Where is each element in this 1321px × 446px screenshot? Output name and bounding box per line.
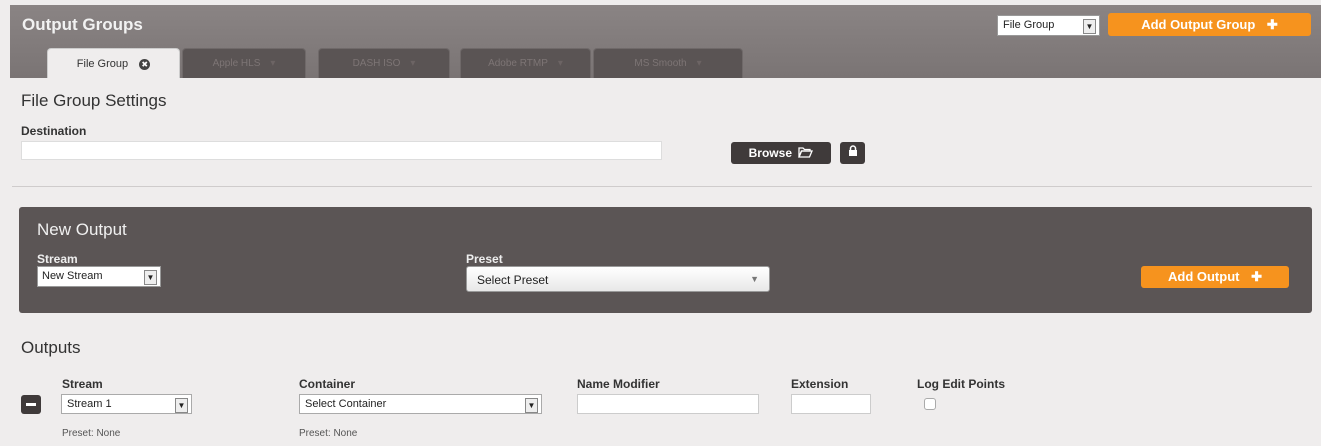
destination-label: Destination — [21, 124, 87, 138]
plus-icon: ✚ — [1266, 17, 1278, 32]
extension-input[interactable] — [791, 394, 871, 414]
group-type-select-value: File Group — [1003, 19, 1055, 31]
tab-apple-hls[interactable]: Apple HLS ▾ — [182, 48, 306, 78]
lock-button[interactable] — [840, 142, 865, 164]
dropdown-arrow-icon: ▼ — [144, 270, 157, 285]
close-tab-icon[interactable]: ✖ — [139, 58, 151, 70]
tab-label: Apple HLS — [212, 58, 261, 69]
plus-icon: ✚ — [1251, 269, 1262, 284]
tab-menu-icon: ▾ — [696, 58, 702, 69]
new-output-stream-label: Stream — [37, 252, 78, 266]
remove-output-button[interactable] — [21, 395, 41, 414]
tab-label: Adobe RTMP — [488, 58, 548, 69]
col-header-container: Container — [299, 377, 356, 391]
dropdown-arrow-icon: ▼ — [175, 398, 188, 413]
new-output-stream-value: New Stream — [42, 270, 103, 282]
tab-menu-icon: ▾ — [557, 58, 563, 69]
tab-label: File Group — [76, 58, 129, 70]
tab-menu-icon: ▾ — [410, 58, 416, 69]
log-edit-points-checkbox[interactable] — [924, 398, 936, 410]
tab-label: MS Smooth — [634, 58, 687, 69]
lock-icon — [848, 145, 857, 156]
destination-input[interactable] — [21, 141, 662, 160]
dropdown-arrow-icon: ▼ — [1083, 19, 1096, 34]
tab-dash-iso[interactable]: DASH ISO ▾ — [318, 48, 450, 78]
add-output-group-button[interactable]: Add Output Group ✚ — [1108, 13, 1311, 36]
container-preset-note: Preset: None — [299, 428, 358, 439]
output-groups-title: Output Groups — [22, 15, 143, 34]
dropdown-arrow-icon: ▼ — [525, 398, 538, 413]
stream-preset-note: Preset: None — [62, 428, 121, 439]
output-stream-select[interactable]: Stream 1 ▼ — [61, 394, 192, 414]
output-groups-header: Output Groups File Group ▼ Add Output Gr… — [10, 5, 1321, 78]
tab-ms-smooth[interactable]: MS Smooth ▾ — [593, 48, 743, 78]
outputs-title: Outputs — [21, 338, 81, 357]
col-header-name-modifier: Name Modifier — [577, 377, 660, 391]
output-container-value: Select Container — [305, 398, 387, 410]
output-container-select[interactable]: Select Container ▼ — [299, 394, 542, 414]
new-output-preset-select[interactable]: Select Preset ▼ — [466, 266, 770, 292]
new-output-panel: New Output Stream New Stream ▼ Preset Se… — [19, 207, 1312, 313]
new-output-preset-label: Preset — [466, 252, 503, 266]
tab-menu-icon: ▾ — [270, 58, 276, 69]
section-divider — [12, 186, 1312, 187]
add-output-label: Add Output — [1167, 269, 1240, 284]
chevron-down-icon: ▼ — [750, 274, 759, 284]
add-output-button[interactable]: Add Output ✚ — [1141, 266, 1289, 288]
tab-adobe-rtmp[interactable]: Adobe RTMP ▾ — [460, 48, 591, 78]
add-output-group-label: Add Output Group — [1141, 17, 1256, 32]
folder-open-icon — [798, 147, 814, 158]
new-output-preset-value: Select Preset — [477, 273, 549, 287]
col-header-log-edit-points: Log Edit Points — [917, 377, 1005, 391]
browse-label: Browse — [748, 146, 792, 160]
col-header-extension: Extension — [791, 377, 849, 391]
name-modifier-input[interactable] — [577, 394, 759, 414]
group-type-select[interactable]: File Group ▼ — [997, 15, 1100, 36]
output-stream-value: Stream 1 — [67, 398, 112, 410]
col-header-stream: Stream — [62, 377, 103, 391]
new-output-title: New Output — [37, 220, 127, 239]
file-group-settings-title: File Group Settings — [21, 91, 167, 110]
new-output-stream-select[interactable]: New Stream ▼ — [37, 266, 161, 287]
browse-button[interactable]: Browse — [731, 142, 831, 164]
tab-label: DASH ISO — [352, 58, 401, 69]
tab-file-group[interactable]: File Group ✖ — [47, 48, 180, 78]
